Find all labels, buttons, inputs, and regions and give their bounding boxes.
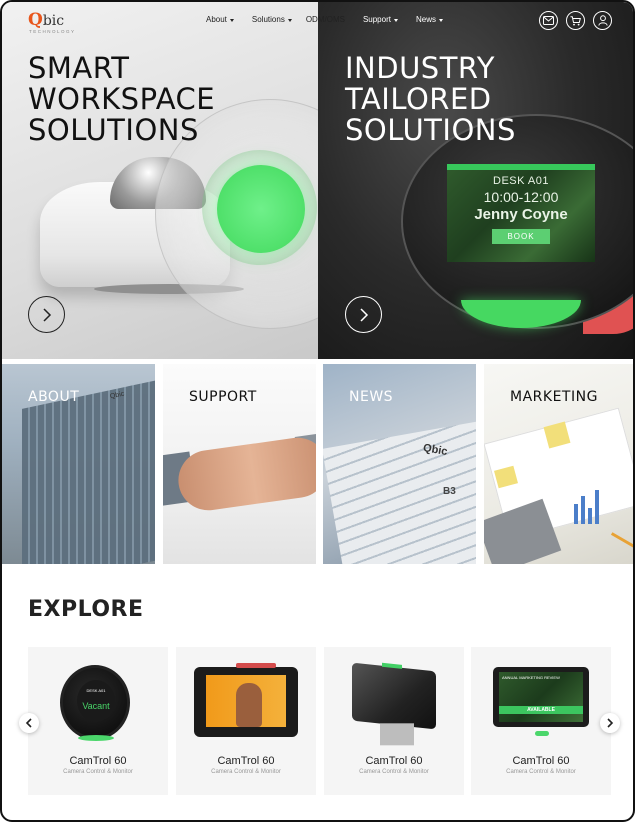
product-screen-status: Vacant [82, 701, 110, 711]
hero-title-line: SOLUTIONS [28, 113, 199, 147]
product-screen: ANNUAL MARKETING REVIEW [499, 672, 583, 722]
nav-item-label: ODM/OMS [305, 15, 345, 24]
tile-label: MARKETING [510, 389, 598, 405]
nav-item-label: Solutions [251, 15, 285, 24]
pencil-image [610, 532, 633, 555]
tile-label: ABOUT [28, 389, 80, 405]
chevron-right-icon [359, 307, 368, 322]
caret-down-icon [393, 18, 398, 22]
product-card[interactable]: CamTrol 60 Camera Control & Monitor [176, 647, 316, 795]
product-image: ANNUAL MARKETING REVIEW AVAILABLE [493, 667, 589, 727]
tile-marketing[interactable]: MARKETING [484, 364, 633, 564]
product-image: DESK A01 Vacant [60, 665, 130, 740]
hero-section: SMART WORKSPACE SOLUTIONS DESK A01 10:00… [2, 2, 633, 359]
chart-bar-deco [574, 504, 578, 524]
product-subtitle: Camera Control & Monitor [63, 769, 133, 775]
tile-label: NEWS [349, 389, 394, 405]
product-screen-title: ANNUAL MARKETING REVIEW [502, 675, 560, 680]
nav-item-solutions[interactable]: Solutions [252, 15, 292, 24]
chart-bar-deco [581, 496, 585, 524]
screen-book-button: BOOK [492, 229, 550, 244]
nav-item-label: About [206, 15, 227, 24]
product-subtitle: Camera Control & Monitor [359, 769, 429, 775]
tile-label: SUPPORT [189, 389, 257, 405]
category-tiles: Qbic ABOUT SUPPORT Qbic B3 NEWS MARKETIN… [2, 364, 633, 564]
newspaper-tag: B3 [443, 486, 456, 497]
device-screen: DESK A01 10:00-12:00 Jenny Coyne BOOK [447, 164, 595, 262]
mail-icon[interactable] [539, 11, 558, 30]
hero-panel-industry-tailored[interactable]: DESK A01 10:00-12:00 Jenny Coyne BOOK IN… [318, 2, 633, 359]
product-name: CamTrol 60 [69, 755, 127, 767]
product-image [352, 662, 436, 746]
screen-room-label: DESK A01 [493, 175, 549, 187]
product-name: CamTrol 60 [512, 755, 570, 767]
caret-down-icon [287, 18, 292, 22]
green-led-bar [382, 662, 402, 669]
product-card[interactable]: ANNUAL MARKETING REVIEW AVAILABLE CamTro… [471, 647, 611, 795]
product-screen [206, 675, 286, 727]
explore-heading: EXPLORE [28, 597, 144, 622]
logo-text: bic [42, 13, 65, 29]
caret-down-icon [438, 18, 443, 22]
green-led-glow [217, 165, 305, 253]
portrait-image [236, 683, 262, 727]
nav-item-label: News [415, 15, 436, 24]
hero-title-line: SOLUTIONS [345, 113, 516, 147]
top-navigation: Qbic TECHNOLOGY About Solutions ODM/OMS … [2, 2, 633, 40]
carousel-next-button[interactable] [600, 713, 620, 733]
product-name: CamTrol 60 [217, 755, 275, 767]
screen-time-label: 10:00-12:00 [483, 189, 559, 205]
product-card[interactable]: DESK A01 Vacant CamTrol 60 Camera Contro… [28, 647, 168, 795]
nav-links: About Solutions ODM/OMS Support News [206, 15, 443, 24]
chevron-right-icon [42, 307, 51, 322]
tile-news[interactable]: Qbic B3 NEWS [323, 364, 476, 564]
handshake-image [174, 433, 316, 515]
red-led-bar [236, 663, 276, 668]
nav-item-about[interactable]: About [206, 15, 234, 24]
nav-item-odm-oms[interactable]: ODM/OMS [306, 15, 345, 24]
qbic-logo[interactable]: Qbic TECHNOLOGY [28, 10, 74, 34]
user-icon[interactable] [593, 11, 612, 30]
hero-next-button-right[interactable] [345, 296, 382, 333]
hero-title-industry-tailored: INDUSTRY TAILORED SOLUTIONS [345, 53, 516, 146]
tile-support[interactable]: SUPPORT [163, 364, 316, 564]
chart-bar-deco [595, 490, 599, 524]
page-frame: SMART WORKSPACE SOLUTIONS DESK A01 10:00… [0, 0, 635, 822]
product-subtitle: Camera Control & Monitor [211, 769, 281, 775]
product-screen: DESK A01 Vacant [77, 680, 115, 722]
hero-next-button-left[interactable] [28, 296, 65, 333]
product-screen-status: AVAILABLE [499, 706, 583, 714]
chart-bar-deco [588, 508, 592, 524]
product-subtitle: Camera Control & Monitor [506, 769, 576, 775]
screen-person-label: Jenny Coyne [474, 206, 568, 223]
hero-title-line: SMART [28, 51, 130, 85]
hero-title-line: INDUSTRY [345, 51, 495, 85]
product-image [194, 663, 298, 737]
chevron-left-icon [25, 718, 32, 728]
building-image [22, 379, 155, 564]
logo-mark: Q [28, 10, 43, 30]
chevron-right-icon [607, 718, 614, 728]
nav-item-support[interactable]: Support [363, 15, 398, 24]
hero-title-line: TAILORED [345, 82, 492, 116]
green-led-glow [78, 735, 114, 741]
product-stand [380, 723, 414, 746]
product-screen-room: DESK A01 [86, 688, 106, 693]
logo-tagline: TECHNOLOGY [29, 29, 76, 34]
carousel-prev-button[interactable] [19, 713, 39, 733]
product-card[interactable]: CamTrol 60 Camera Control & Monitor [324, 647, 464, 795]
hero-panel-smart-workspace[interactable]: SMART WORKSPACE SOLUTIONS [2, 2, 318, 359]
hero-title-smart-workspace: SMART WORKSPACE SOLUTIONS [28, 53, 215, 146]
nav-item-label: Support [362, 15, 391, 24]
green-led-glow [535, 731, 549, 736]
cart-icon[interactable] [566, 11, 585, 30]
nav-item-news[interactable]: News [416, 15, 443, 24]
product-carousel: DESK A01 Vacant CamTrol 60 Camera Contro… [2, 647, 633, 795]
nav-icon-group [539, 11, 612, 30]
tile-about[interactable]: Qbic ABOUT [2, 364, 155, 564]
caret-down-icon [229, 18, 234, 22]
product-name: CamTrol 60 [365, 755, 423, 767]
hero-title-line: WORKSPACE [28, 82, 216, 116]
